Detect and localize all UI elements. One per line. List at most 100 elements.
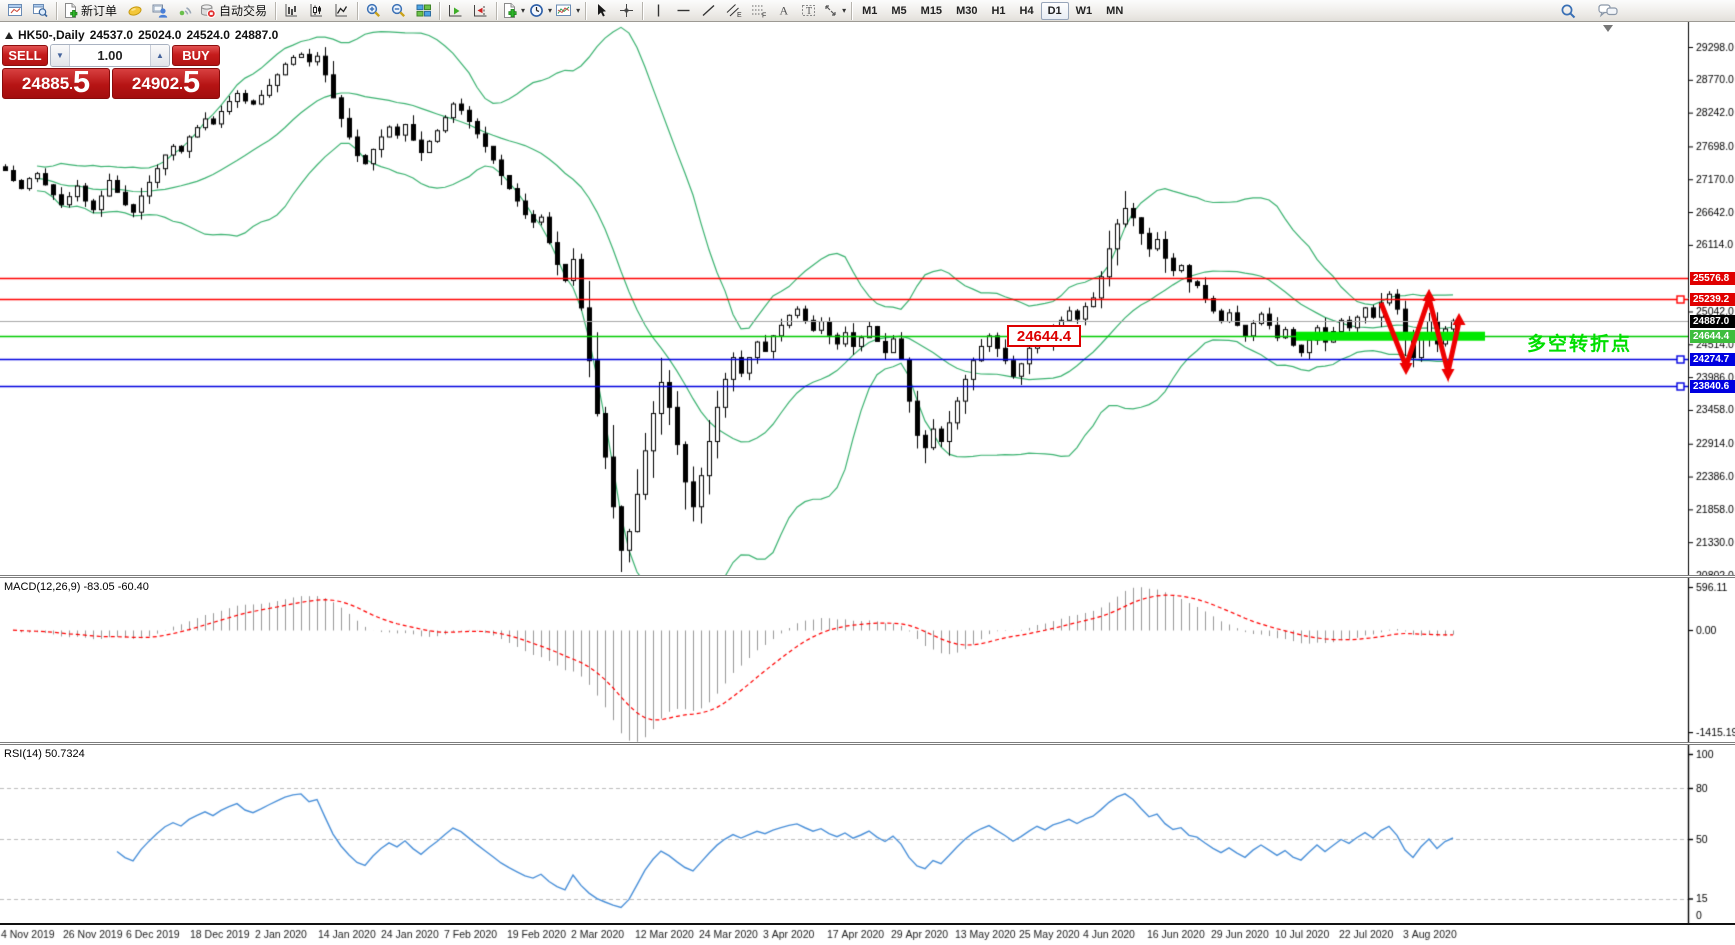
arrows-tool-button[interactable]: ▾	[821, 1, 848, 21]
tile-windows-icon	[416, 4, 431, 17]
toolbar-separator	[496, 1, 498, 20]
price-level-label-23840.6[interactable]: 23840.6	[1690, 379, 1735, 393]
templates-button[interactable]: ▾	[554, 1, 582, 21]
line-chart-icon	[335, 4, 348, 17]
price-level-label-24274.7[interactable]: 24274.7	[1690, 352, 1735, 366]
sell-price-button[interactable]: 24885. 5	[2, 66, 110, 99]
crosshair-tool-button[interactable]	[614, 1, 639, 21]
timeframe-d1[interactable]: D1	[1040, 1, 1069, 20]
timeframe-h1[interactable]: H1	[984, 2, 1012, 20]
profiles-icon	[33, 4, 48, 18]
text-tool-button[interactable]: A	[771, 1, 796, 21]
autotrading-button[interactable]: 自动交易	[197, 1, 272, 21]
macd-pane-separator[interactable]	[0, 575, 1735, 578]
buy-price-frac: 5	[182, 64, 201, 99]
timeframe-mn[interactable]: MN	[1099, 2, 1130, 20]
price-level-label-25576.8[interactable]: 25576.8	[1690, 271, 1735, 285]
macd-indicator-label: MACD(12,26,9) -83.05 -60.40	[4, 581, 149, 593]
periods-dropdown-caret[interactable]: ▾	[548, 6, 552, 15]
toolbar-separator	[275, 1, 277, 20]
tile-windows-button[interactable]	[411, 1, 436, 21]
rsi-pane-separator[interactable]	[0, 742, 1735, 745]
vertical-line-tool-button[interactable]	[646, 1, 671, 21]
profiles-button[interactable]	[28, 1, 53, 21]
collapse-panel-icon[interactable]	[5, 31, 13, 39]
turning-point-annotation[interactable]: 多空转折点	[1527, 329, 1632, 356]
rsi-pane-canvas[interactable]	[0, 745, 1735, 923]
cursor-tool-button[interactable]	[589, 1, 614, 21]
search-icon	[1561, 4, 1576, 18]
price-callout-annotation[interactable]: 24644.4	[1007, 325, 1081, 347]
line-chart-button[interactable]	[329, 1, 354, 21]
indicators-icon	[504, 3, 517, 18]
zoom-in-button[interactable]	[361, 1, 386, 21]
timeframe-m5[interactable]: M5	[884, 2, 913, 20]
ohlc-close: 24887.0	[234, 28, 279, 42]
clock-icon	[530, 4, 543, 17]
zoom-in-icon	[366, 3, 380, 18]
trendline-icon	[702, 4, 715, 17]
chat-button[interactable]	[1595, 1, 1620, 21]
price-level-label-24644.4[interactable]: 24644.4	[1690, 329, 1735, 343]
buy-button[interactable]: BUY	[172, 45, 220, 66]
timeframe-h4[interactable]: H4	[1013, 2, 1041, 20]
cursor-icon	[598, 4, 607, 17]
svg-text:E: E	[737, 12, 742, 18]
auto-scroll-button[interactable]	[443, 1, 468, 21]
volume-increase-button[interactable]: ▲	[150, 45, 169, 66]
one-click-trading-panel: SELL ▼ 1.00 ▲ BUY 24885. 5 24902. 5	[2, 44, 220, 121]
metaeditor-button[interactable]	[122, 1, 147, 21]
bar-chart-button[interactable]	[279, 1, 304, 21]
sell-button[interactable]: SELL	[2, 45, 48, 66]
candlestick-chart-button[interactable]	[304, 1, 329, 21]
sell-button-label: SELL	[8, 48, 42, 63]
chart-title: HK50-,Daily 24537.0 25024.0 24524.0 2488…	[5, 28, 278, 42]
timeframe-m1[interactable]: M1	[855, 2, 884, 20]
indicators-button[interactable]: ▾	[500, 1, 527, 21]
chart-area: HK50-,Daily 24537.0 25024.0 24524.0 2488…	[0, 22, 1735, 945]
search-button[interactable]	[1556, 1, 1581, 21]
chart-shift-button[interactable]	[468, 1, 493, 21]
mt4-window: 新订单 自动交易 ▾ ▾ ▾ E F A T ▾ M1 M5 M15 M30 H…	[0, 0, 1735, 945]
rsi-indicator-label: RSI(14) 50.7324	[4, 748, 85, 760]
toolbar-separator	[357, 1, 359, 20]
metaeditor-icon	[128, 6, 142, 16]
terminal-button[interactable]	[147, 1, 172, 21]
timeframe-m15[interactable]: M15	[914, 2, 949, 20]
macd-pane-canvas[interactable]	[0, 578, 1735, 742]
timeframe-w1[interactable]: W1	[1069, 2, 1100, 20]
volume-decrease-button[interactable]: ▼	[51, 45, 70, 66]
buy-button-label: BUY	[182, 48, 210, 63]
text-label-tool-button[interactable]: T	[796, 1, 821, 21]
buy-price-button[interactable]: 24902. 5	[112, 64, 220, 99]
timeframe-m30[interactable]: M30	[949, 2, 984, 20]
arrows-icon	[825, 5, 836, 16]
trendline-tool-button[interactable]	[696, 1, 721, 21]
main-chart-canvas[interactable]	[0, 22, 1735, 575]
indicators-dropdown-caret[interactable]: ▾	[521, 6, 525, 15]
new-chart-button[interactable]	[3, 1, 28, 21]
arrows-dropdown-caret[interactable]: ▾	[842, 6, 846, 15]
date-axis-canvas[interactable]	[0, 925, 1735, 945]
autotrading-label: 自动交易	[219, 4, 268, 18]
price-level-label-25239.2[interactable]: 25239.2	[1690, 292, 1735, 306]
signals-button[interactable]	[172, 1, 197, 21]
toolbar-separator	[642, 1, 644, 20]
zoom-out-button[interactable]	[386, 1, 411, 21]
periods-button[interactable]: ▾	[527, 1, 554, 21]
terminal-icon	[152, 4, 167, 18]
equidistant-channel-tool-button[interactable]: E	[721, 1, 746, 21]
templates-dropdown-caret[interactable]: ▾	[576, 6, 580, 15]
bar-chart-icon	[285, 4, 298, 17]
toolbar-separator	[585, 1, 587, 20]
fibonacci-icon: F	[751, 5, 766, 18]
chart-shift-marker[interactable]	[1603, 25, 1613, 32]
new-order-label: 新订单	[81, 4, 118, 18]
new-order-button[interactable]: 新订单	[60, 1, 122, 21]
price-level-label-24887.0[interactable]: 24887.0	[1690, 314, 1735, 328]
fibonacci-tool-button[interactable]: F	[746, 1, 771, 21]
volume-value[interactable]: 1.00	[70, 45, 150, 66]
buy-price-main: 24902	[131, 74, 180, 93]
horizontal-line-tool-button[interactable]	[671, 1, 696, 21]
time-axis-border	[0, 923, 1735, 925]
